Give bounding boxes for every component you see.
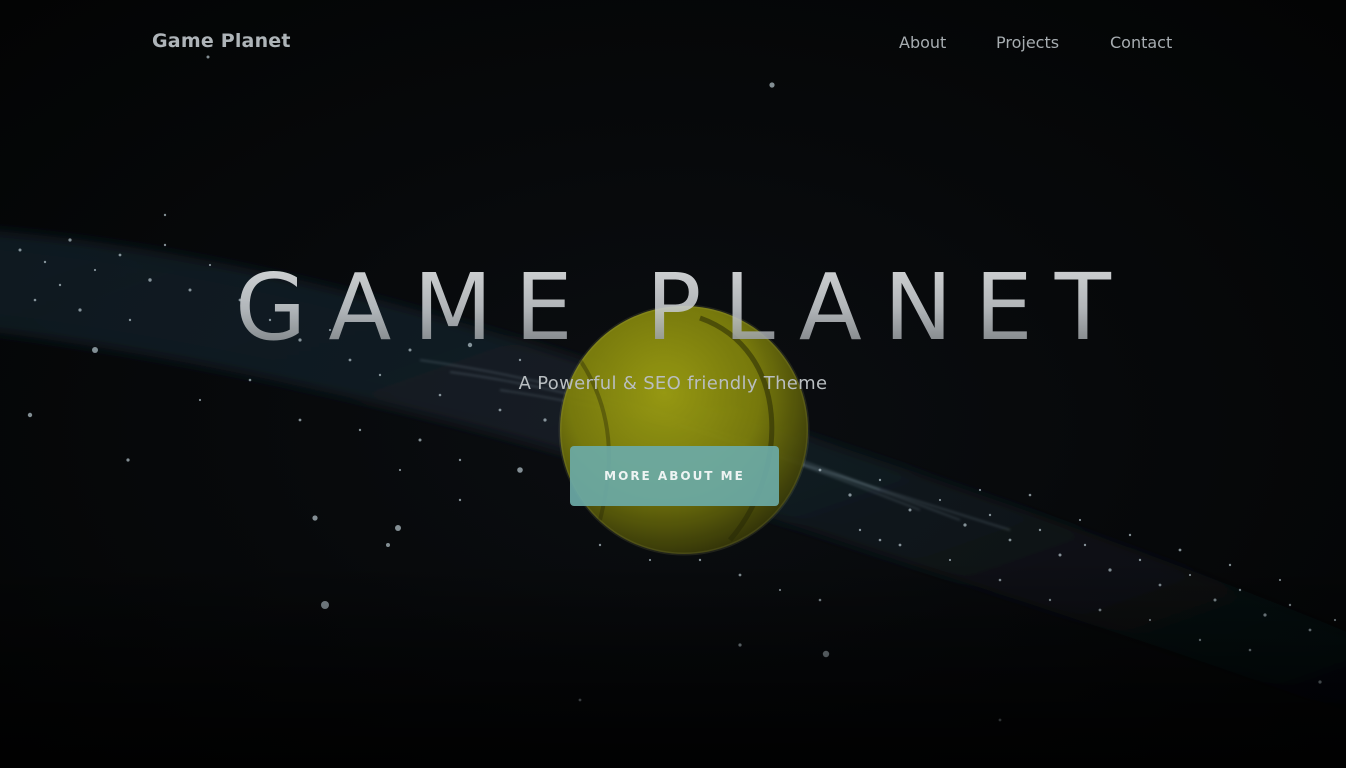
nav-link-about[interactable]: About — [899, 33, 946, 52]
brand-logo-link[interactable]: Game Planet — [152, 30, 291, 52]
hero-subtitle: A Powerful & SEO friendly Theme — [518, 373, 828, 394]
page: Game Planet About Projects Contact GAME … — [0, 0, 1346, 768]
nav-link-projects[interactable]: Projects — [996, 33, 1059, 52]
hero-title: GAME PLANET — [0, 258, 1346, 358]
navbar: Game Planet About Projects Contact — [0, 0, 1346, 86]
nav-link-contact[interactable]: Contact — [1110, 33, 1172, 52]
more-about-me-button[interactable]: MORE ABOUT ME — [570, 446, 779, 506]
